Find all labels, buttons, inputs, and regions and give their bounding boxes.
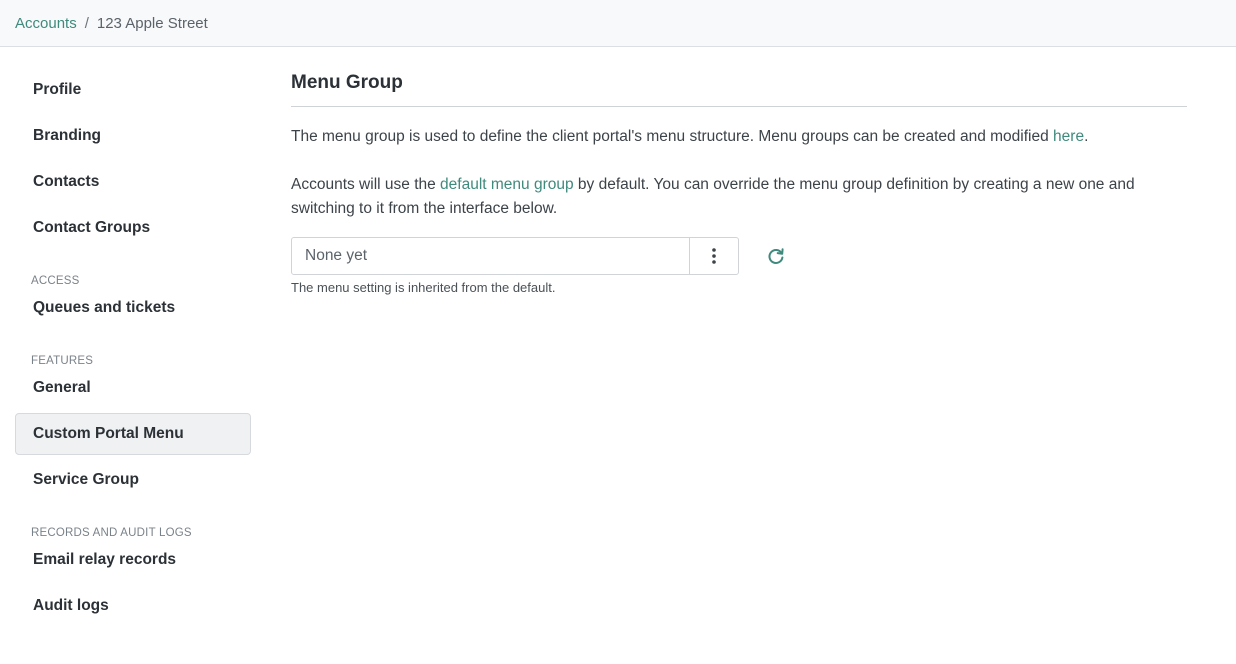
- breadcrumb: Accounts / 123 Apple Street: [0, 0, 1236, 47]
- default-menu-description: Accounts will use the default menu group…: [291, 173, 1187, 221]
- sidebar-item-custom-portal-menu[interactable]: Custom Portal Menu: [15, 413, 251, 455]
- breadcrumb-accounts-link[interactable]: Accounts: [15, 15, 77, 32]
- here-link[interactable]: here: [1053, 128, 1084, 145]
- default-text-start: Accounts will use the: [291, 176, 441, 193]
- sidebar-item-branding[interactable]: Branding: [15, 115, 251, 157]
- sidebar-item-email-relay-records[interactable]: Email relay records: [15, 539, 251, 581]
- refresh-icon: [768, 248, 784, 264]
- refresh-button[interactable]: [765, 245, 787, 267]
- breadcrumb-current: 123 Apple Street: [96, 14, 208, 32]
- vertical-dots-icon: [712, 248, 716, 264]
- menu-group-description: The menu group is used to define the cli…: [291, 125, 1187, 149]
- breadcrumb-separator: /: [84, 14, 89, 32]
- sidebar-item-profile[interactable]: Profile: [15, 69, 251, 111]
- sidebar-item-general[interactable]: General: [15, 367, 251, 409]
- menu-group-selector-row: None yet: [291, 237, 1187, 275]
- page-title: Menu Group: [291, 70, 1187, 107]
- sidebar: Profile Branding Contacts Contact Groups…: [15, 69, 251, 631]
- menu-setting-helper-text: The menu setting is inherited from the d…: [291, 280, 556, 295]
- sidebar-item-contacts[interactable]: Contacts: [15, 161, 251, 203]
- sidebar-item-audit-logs[interactable]: Audit logs: [15, 585, 251, 627]
- sidebar-section-records: RECORDS AND AUDIT LOGS: [31, 527, 192, 539]
- sidebar-item-contact-groups[interactable]: Contact Groups: [15, 207, 251, 249]
- description-text: The menu group is used to define the cli…: [291, 128, 1054, 145]
- menu-group-select[interactable]: None yet: [291, 237, 739, 275]
- sidebar-item-queues-and-tickets[interactable]: Queues and tickets: [15, 287, 251, 329]
- sidebar-section-features: FEATURES: [31, 355, 94, 367]
- sidebar-item-service-group[interactable]: Service Group: [15, 459, 251, 501]
- sidebar-section-access: ACCESS: [31, 275, 80, 287]
- menu-options-button[interactable]: [689, 238, 738, 274]
- description-period: .: [1084, 128, 1089, 145]
- default-menu-group-link[interactable]: default menu group: [440, 176, 574, 193]
- main-content: Menu Group The menu group is used to def…: [291, 70, 1187, 295]
- menu-group-select-value[interactable]: None yet: [292, 238, 689, 274]
